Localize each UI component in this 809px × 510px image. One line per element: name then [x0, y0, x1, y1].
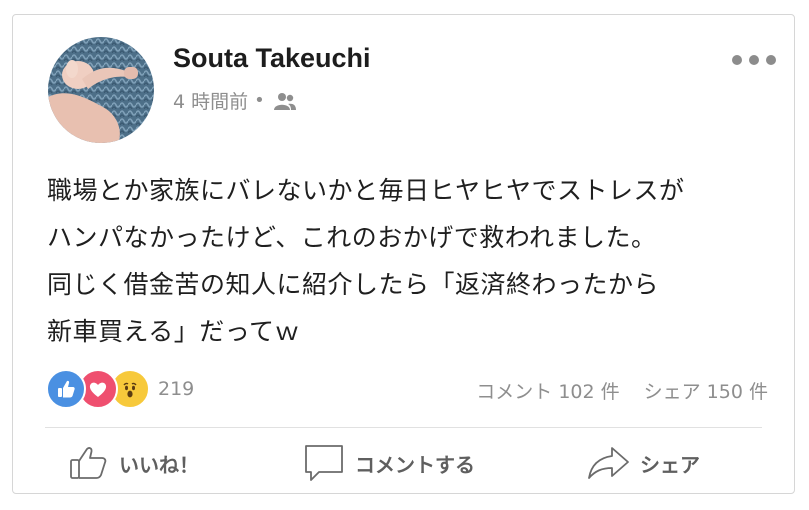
- post-text-line: 新車買える」だってｗ: [47, 317, 301, 346]
- divider: [45, 427, 762, 428]
- more-dot: [749, 55, 759, 65]
- comment-icon: [305, 445, 343, 481]
- engagement-counts: コメント 102 件 シェア 150 件: [476, 377, 768, 404]
- post-text: 職場とか家族にバレないかと毎日ヒヤヒヤでストレスが ハンパなかったけど、これのお…: [47, 167, 777, 355]
- share-label: シェア: [640, 452, 700, 477]
- more-dot: [766, 55, 776, 65]
- post-card: Souta Takeuchi 4 時間前 • 職場とか家族にバレないかと毎日ヒヤ…: [12, 14, 795, 494]
- reaction-count: 219: [158, 378, 195, 400]
- thumbs-up-icon: [70, 447, 107, 479]
- reaction-summary[interactable]: 219: [46, 369, 195, 409]
- more-options-icon[interactable]: [732, 53, 776, 67]
- post-text-line: ハンパなかったけど、これのおかげで救われました。: [47, 223, 657, 252]
- share-count[interactable]: シェア 150 件: [644, 377, 768, 404]
- timestamp[interactable]: 4 時間前: [173, 87, 248, 114]
- like-reaction-icon: [46, 369, 86, 409]
- author-name[interactable]: Souta Takeuchi: [173, 43, 371, 74]
- meta-separator: •: [254, 90, 265, 111]
- comment-button[interactable]: コメントする: [303, 441, 475, 485]
- post-meta: 4 時間前 •: [173, 87, 297, 114]
- like-button[interactable]: いいね！: [69, 441, 199, 485]
- like-label: いいね！: [119, 452, 199, 477]
- share-icon: [588, 447, 629, 479]
- action-bar: いいね！ コメントする シェア: [13, 435, 794, 491]
- post-text-line: 同じく借金苦の知人に紹介したら「返済終わったから: [47, 270, 660, 299]
- avatar[interactable]: [48, 37, 154, 143]
- avatar-image: [48, 37, 154, 143]
- comment-count[interactable]: コメント 102 件: [476, 377, 619, 404]
- friends-icon[interactable]: [273, 91, 297, 111]
- share-button[interactable]: シェア: [586, 441, 700, 485]
- post-text-line: 職場とか家族にバレないかと毎日ヒヤヒヤでストレスが: [47, 176, 685, 205]
- comment-label: コメントする: [355, 452, 475, 477]
- more-dot: [732, 55, 742, 65]
